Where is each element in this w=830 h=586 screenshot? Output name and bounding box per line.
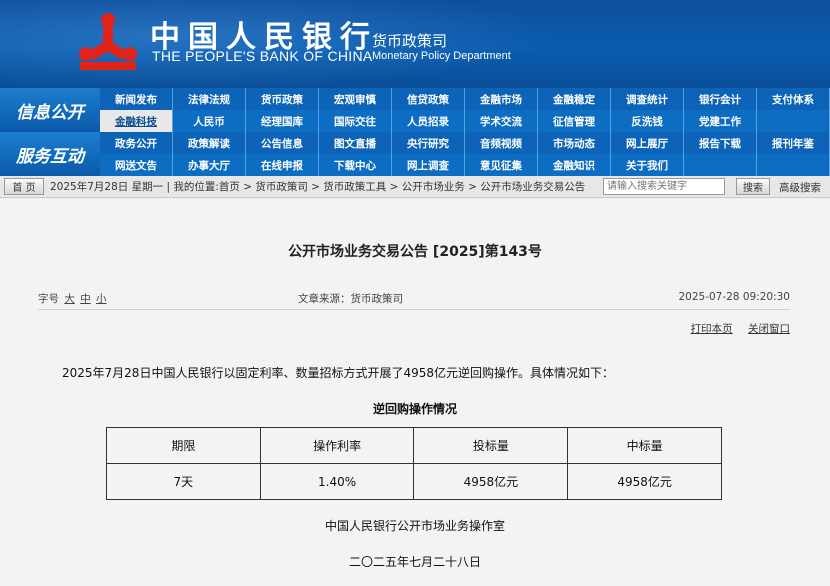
table-cell: 4958亿元 xyxy=(567,463,722,500)
table-cell: 7天 xyxy=(106,463,261,500)
article-content: 公开市场业务交易公告 [2025]第143号 字号 大 中 小 文章来源：货币政… xyxy=(0,199,830,586)
nav-item[interactable]: 法律法规 xyxy=(173,88,246,110)
nav-item[interactable]: 意见征集 xyxy=(465,154,538,176)
nav-item[interactable]: 图文直播 xyxy=(319,132,392,154)
advanced-search-link[interactable]: 高级搜索 xyxy=(779,180,821,195)
nav-row-3: 政务公开 政策解读 公告信息 图文直播 央行研究 音频视频 市场动态 网上展厅 … xyxy=(100,132,830,154)
article-meta: 字号 大 中 小 文章来源：货币政策司 2025-07-28 09:20:30 xyxy=(38,284,790,310)
nav-item[interactable]: 支付体系 xyxy=(757,88,830,110)
nav-item-active[interactable]: 金融科技 xyxy=(100,110,173,132)
nav-item[interactable]: 音频视频 xyxy=(465,132,538,154)
nav-item[interactable]: 关于我们 xyxy=(611,154,684,176)
table-header-cell: 期限 xyxy=(106,427,261,464)
nav-item-empty xyxy=(757,154,830,176)
nav-item[interactable]: 在线申报 xyxy=(246,154,319,176)
nav-item[interactable]: 政策解读 xyxy=(173,132,246,154)
nav-item[interactable]: 信贷政策 xyxy=(392,88,465,110)
main-nav: 信息公开 服务互动 新闻发布 法律法规 货币政策 宏观审慎 信贷政策 金融市场 … xyxy=(0,88,830,176)
nav-item[interactable]: 经理国库 xyxy=(246,110,319,132)
nav-item-empty xyxy=(684,154,757,176)
nav-item[interactable]: 网上调查 xyxy=(392,154,465,176)
table-header-cell: 投标量 xyxy=(413,427,569,464)
nav-item[interactable]: 央行研究 xyxy=(392,132,465,154)
home-button[interactable]: 首 页 xyxy=(4,178,44,195)
header-banner: 中国人民银行 THE PEOPLE'S BANK OF CHINA 货币政策司 … xyxy=(0,0,830,88)
nav-item[interactable]: 调查统计 xyxy=(611,88,684,110)
signature: 中国人民银行公开市场业务操作室 xyxy=(324,519,505,533)
nav-item[interactable]: 人员招录 xyxy=(392,110,465,132)
nav-item[interactable]: 下载中心 xyxy=(319,154,392,176)
table-caption: 逆回购操作情况 xyxy=(372,402,457,416)
nav-item[interactable]: 新闻发布 xyxy=(100,88,173,110)
breadcrumb-bar: 首 页 2025年7月28日 星期一 | 我的位置:首页 > 货币政策司 > 货… xyxy=(0,176,830,198)
nav-item[interactable]: 公告信息 xyxy=(246,132,319,154)
pboc-emblem-icon[interactable] xyxy=(76,10,140,74)
nav-item[interactable]: 货币政策 xyxy=(246,88,319,110)
table-header-row: 期限 操作利率 投标量 中标量 xyxy=(106,427,722,464)
nav-item[interactable]: 网上展厅 xyxy=(611,132,684,154)
article-tools: 打印本页 关闭窗口 xyxy=(679,321,790,336)
font-size-large[interactable]: 大 xyxy=(64,293,75,305)
font-size-control: 字号 大 中 小 xyxy=(38,291,107,306)
table-row: 7天 1.40% 4958亿元 4958亿元 xyxy=(106,463,722,500)
nav-item[interactable]: 学术交流 xyxy=(465,110,538,132)
nav-row-4: 网送文告 办事大厅 在线申报 下载中心 网上调查 意见征集 金融知识 关于我们 xyxy=(100,154,830,176)
search-input[interactable] xyxy=(603,178,725,195)
search-button[interactable]: 搜索 xyxy=(736,178,770,195)
reverse-repo-table: 期限 操作利率 投标量 中标量 7天 1.40% 4958亿元 4958亿元 xyxy=(106,427,722,500)
nav-item[interactable]: 政务公开 xyxy=(100,132,173,154)
table-cell: 4958亿元 xyxy=(413,463,569,500)
nav-item[interactable]: 办事大厅 xyxy=(173,154,246,176)
nav-item[interactable]: 党建工作 xyxy=(684,110,757,132)
close-window-link[interactable]: 关闭窗口 xyxy=(748,323,790,335)
nav-item[interactable]: 人民币 xyxy=(173,110,246,132)
nav-item-empty xyxy=(757,110,830,132)
font-size-medium[interactable]: 中 xyxy=(80,293,91,305)
nav-item[interactable]: 宏观审慎 xyxy=(319,88,392,110)
nav-item[interactable]: 网送文告 xyxy=(100,154,173,176)
article-paragraph: 2025年7月28日中国人民银行以固定利率、数量招标方式开展了4958亿元逆回购… xyxy=(62,366,614,380)
font-size-label: 字号 xyxy=(38,293,59,305)
nav-item[interactable]: 国际交往 xyxy=(319,110,392,132)
dept-name-cn: 货币政策司 xyxy=(372,32,448,50)
nav-item[interactable]: 市场动态 xyxy=(538,132,611,154)
dept-name-en: Monetary Policy Department xyxy=(372,50,511,62)
nav-item[interactable]: 报刊年鉴 xyxy=(757,132,830,154)
nav-block-info-disclosure[interactable]: 信息公开 xyxy=(0,88,100,132)
breadcrumb[interactable]: 2025年7月28日 星期一 | 我的位置:首页 > 货币政策司 > 货币政策工… xyxy=(50,179,585,194)
bank-name-en: THE PEOPLE'S BANK OF CHINA xyxy=(152,48,373,64)
signature-date: 二〇二五年七月二十八日 xyxy=(348,555,481,569)
table-cell: 1.40% xyxy=(259,463,415,500)
article-date: 2025-07-28 09:20:30 xyxy=(678,291,790,303)
article-source: 文章来源：货币政策司 xyxy=(298,293,403,305)
nav-item[interactable]: 金融市场 xyxy=(465,88,538,110)
nav-block-service-interaction[interactable]: 服务互动 xyxy=(0,132,100,176)
nav-item[interactable]: 金融知识 xyxy=(538,154,611,176)
print-link[interactable]: 打印本页 xyxy=(691,323,733,335)
table-header-cell: 操作利率 xyxy=(259,427,415,464)
nav-row-1: 新闻发布 法律法规 货币政策 宏观审慎 信贷政策 金融市场 金融稳定 调查统计 … xyxy=(100,88,830,110)
page-title: 公开市场业务交易公告 [2025]第143号 xyxy=(288,244,542,260)
nav-item[interactable]: 征信管理 xyxy=(538,110,611,132)
nav-item[interactable]: 反洗钱 xyxy=(611,110,684,132)
nav-item[interactable]: 银行会计 xyxy=(684,88,757,110)
nav-row-2: 金融科技 人民币 经理国库 国际交往 人员招录 学术交流 征信管理 反洗钱 党建… xyxy=(100,110,830,132)
nav-item[interactable]: 金融稳定 xyxy=(538,88,611,110)
table-header-cell: 中标量 xyxy=(567,427,722,464)
nav-item[interactable]: 报告下载 xyxy=(684,132,757,154)
font-size-small[interactable]: 小 xyxy=(96,293,107,305)
